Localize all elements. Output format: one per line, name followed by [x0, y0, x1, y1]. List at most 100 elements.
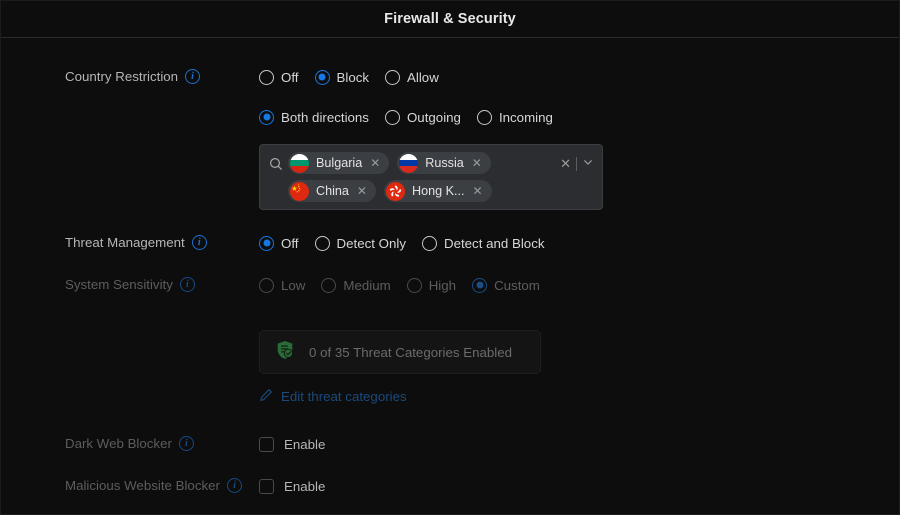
- divider: [576, 157, 577, 171]
- malicious-website-blocker-label: Malicious Website Blocker: [65, 478, 220, 493]
- row-dark-web-blocker: Dark Web Blocker i Enable: [1, 431, 899, 459]
- pencil-icon: [259, 388, 273, 405]
- country-tag-list: Bulgaria ✕ Russia ✕: [288, 152, 554, 202]
- radio-indicator[interactable]: [315, 236, 330, 251]
- close-icon[interactable]: ✕: [470, 185, 489, 197]
- radio-indicator[interactable]: [385, 110, 400, 125]
- radio-option-detect-only[interactable]: Detect Only: [315, 236, 406, 251]
- radio-label: Off: [281, 70, 299, 85]
- dark-web-blocker-label-group: Dark Web Blocker i: [1, 431, 259, 455]
- close-icon[interactable]: ✕: [368, 157, 387, 169]
- country-tag-label: Hong K...: [405, 184, 471, 198]
- system-sensitivity-group: Low Medium High Custom: [259, 272, 899, 298]
- radio-option-medium: Medium: [321, 278, 390, 293]
- radio-label: High: [429, 278, 456, 293]
- country-tag-label: China: [309, 184, 355, 198]
- close-icon[interactable]: ✕: [355, 185, 374, 197]
- radio-indicator[interactable]: [477, 110, 492, 125]
- info-icon[interactable]: i: [179, 436, 194, 451]
- radio-option-both-directions[interactable]: Both directions: [259, 110, 369, 125]
- radio-option-off[interactable]: Off: [259, 70, 299, 85]
- radio-option-allow[interactable]: Allow: [385, 70, 439, 85]
- system-sensitivity-fields: Low Medium High Custom: [259, 272, 899, 405]
- panel-header: Firewall & Security: [1, 1, 899, 38]
- radio-indicator: [259, 278, 274, 293]
- radio-option-outgoing[interactable]: Outgoing: [385, 110, 461, 125]
- info-icon[interactable]: i: [227, 478, 242, 493]
- radio-label: Both directions: [281, 110, 369, 125]
- radio-option-high: High: [407, 278, 456, 293]
- radio-indicator: [321, 278, 336, 293]
- radio-indicator[interactable]: [385, 70, 400, 85]
- threat-categories-summary: 0 of 35 Threat Categories Enabled: [259, 330, 541, 374]
- info-icon[interactable]: i: [192, 235, 207, 250]
- radio-option-off[interactable]: Off: [259, 236, 299, 251]
- country-tag-label: Russia: [418, 156, 470, 170]
- country-multiselect[interactable]: Bulgaria ✕ Russia ✕: [259, 144, 603, 210]
- search-icon: [269, 157, 283, 176]
- edit-threat-categories-label: Edit threat categories: [281, 389, 407, 404]
- malicious-website-blocker-enable-option[interactable]: Enable: [259, 473, 899, 499]
- radio-label: Block: [337, 70, 370, 85]
- radio-indicator[interactable]: [422, 236, 437, 251]
- shield-check-icon: [274, 339, 296, 366]
- country-multiselect-actions: ✕: [560, 156, 594, 171]
- info-icon[interactable]: i: [180, 277, 195, 292]
- threat-management-group: Off Detect Only Detect and Block: [259, 230, 899, 256]
- malicious-website-blocker-label-group: Malicious Website Blocker i: [1, 473, 259, 497]
- flag-bulgaria-icon: [290, 154, 309, 173]
- flag-hong-kong-icon: [386, 182, 405, 201]
- radio-label: Detect and Block: [444, 236, 545, 251]
- radio-label: Low: [281, 278, 305, 293]
- close-icon[interactable]: ✕: [470, 157, 489, 169]
- dark-web-blocker-fields: Enable: [259, 431, 899, 457]
- country-tag-label: Bulgaria: [309, 156, 368, 170]
- system-sensitivity-label: System Sensitivity: [65, 277, 173, 292]
- radio-label: Incoming: [499, 110, 553, 125]
- radio-option-incoming[interactable]: Incoming: [477, 110, 553, 125]
- country-tag[interactable]: Hong K... ✕: [384, 180, 492, 202]
- country-tag[interactable]: Bulgaria ✕: [288, 152, 389, 174]
- checkbox-indicator[interactable]: [259, 437, 274, 452]
- radio-option-detect-and-block[interactable]: Detect and Block: [422, 236, 545, 251]
- radio-option-block[interactable]: Block: [315, 70, 370, 85]
- row-malicious-website-blocker: Malicious Website Blocker i Enable: [1, 473, 899, 501]
- radio-indicator[interactable]: [259, 70, 274, 85]
- dark-web-blocker-label: Dark Web Blocker: [65, 436, 172, 451]
- radio-indicator[interactable]: [259, 110, 274, 125]
- checkbox-label: Enable: [284, 437, 325, 452]
- radio-indicator[interactable]: [315, 70, 330, 85]
- radio-label: Allow: [407, 70, 439, 85]
- chevron-down-icon[interactable]: [582, 156, 594, 171]
- row-threat-management: Threat Management i Off Detect Only Det: [1, 230, 899, 258]
- system-sensitivity-label-group: System Sensitivity i: [1, 272, 259, 296]
- radio-label: Off: [281, 236, 299, 251]
- dark-web-blocker-enable-option[interactable]: Enable: [259, 431, 899, 457]
- radio-indicator: [472, 278, 487, 293]
- radio-option-low: Low: [259, 278, 305, 293]
- country-tag[interactable]: China ✕: [288, 180, 376, 202]
- country-restriction-label-group: Country Restriction i: [1, 64, 259, 88]
- radio-indicator: [407, 278, 422, 293]
- country-restriction-mode-group: Off Block Allow: [259, 64, 899, 90]
- page-title: Firewall & Security: [384, 11, 516, 27]
- checkbox-indicator[interactable]: [259, 479, 274, 494]
- checkbox-label: Enable: [284, 479, 325, 494]
- country-restriction-direction-group: Both directions Outgoing Incoming: [259, 104, 899, 130]
- country-tag[interactable]: Russia ✕: [397, 152, 491, 174]
- threat-management-label-group: Threat Management i: [1, 230, 259, 254]
- row-country-restriction: Country Restriction i Off Block: [1, 64, 899, 210]
- radio-label: Medium: [343, 278, 390, 293]
- edit-threat-categories-link[interactable]: Edit threat categories: [259, 388, 899, 405]
- radio-label: Detect Only: [337, 236, 406, 251]
- radio-label: Outgoing: [407, 110, 461, 125]
- malicious-website-blocker-fields: Enable: [259, 473, 899, 499]
- row-system-sensitivity: System Sensitivity i Low Medium High: [1, 272, 899, 405]
- country-restriction-label: Country Restriction: [65, 69, 178, 84]
- radio-label: Custom: [494, 278, 540, 293]
- radio-option-custom: Custom: [472, 278, 540, 293]
- threat-management-label: Threat Management: [65, 235, 185, 250]
- clear-icon[interactable]: ✕: [560, 157, 571, 170]
- info-icon[interactable]: i: [185, 69, 200, 84]
- radio-indicator[interactable]: [259, 236, 274, 251]
